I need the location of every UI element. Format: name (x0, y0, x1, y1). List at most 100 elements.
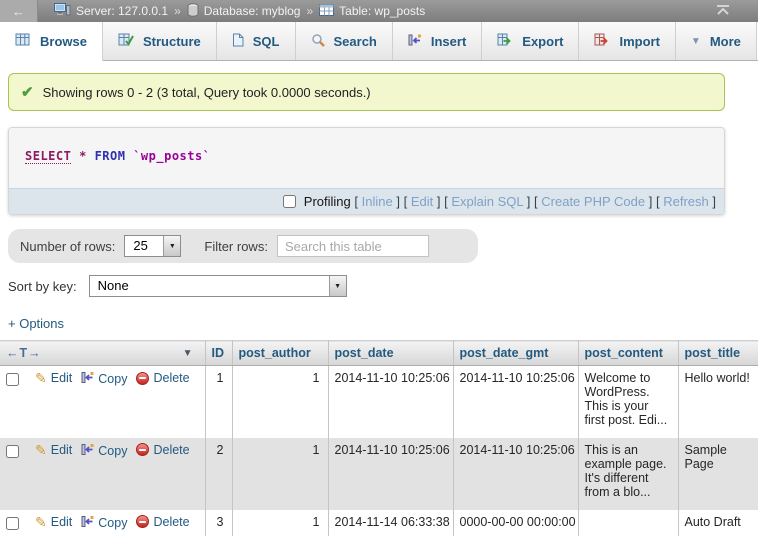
cell-id: 2 (205, 438, 232, 510)
column-header-post-title[interactable]: post_title (678, 341, 758, 366)
bracket: [ (354, 194, 358, 209)
copy-icon (81, 371, 94, 387)
breadcrumb-table[interactable]: Table: wp_posts (319, 4, 425, 19)
column-header-post-content[interactable]: post_content (578, 341, 678, 366)
filter-rows-label: Filter rows: (204, 239, 268, 254)
options-toggle-link[interactable]: + Options (8, 316, 64, 331)
breadcrumb-server[interactable]: Server: 127.0.0.1 (54, 3, 168, 19)
num-rows-select[interactable]: 25 ▼ (124, 235, 181, 257)
sql-keyword-select[interactable]: SELECT (25, 149, 71, 164)
table-row: ✎ Edit Copy Delete 1 1 2014-11-10 10:25:… (0, 366, 758, 438)
table-tab-bar: Browse Structure SQL Search Insert Expor… (0, 22, 758, 61)
profiling-label: Profiling (304, 194, 351, 209)
create-php-code-link[interactable]: Create PHP Code (541, 194, 645, 209)
inline-link[interactable]: Inline (362, 194, 393, 209)
column-header-post-author[interactable]: post_author (232, 341, 328, 366)
copy-label: Copy (98, 444, 127, 458)
copy-icon (81, 443, 94, 459)
cell-post-title: Auto Draft (678, 510, 758, 536)
bracket: ] (396, 194, 400, 209)
cell-post-author: 1 (232, 366, 328, 438)
tab-search[interactable]: Search (296, 22, 393, 60)
chevron-down-icon: ▼ (329, 276, 346, 296)
cell-post-date: 2014-11-10 10:25:06 (328, 366, 453, 438)
export-icon (497, 33, 513, 50)
toggle-column-direction-icon[interactable]: ←T→ (6, 346, 42, 360)
table-header-row: ←T→ ▼ ID post_author post_date post_date… (0, 341, 758, 366)
sql-icon (232, 33, 244, 50)
copy-label: Copy (98, 372, 127, 386)
refresh-link[interactable]: Refresh (663, 194, 709, 209)
tab-structure[interactable]: Structure (103, 22, 217, 60)
column-header-id[interactable]: ID (205, 341, 232, 366)
copy-label: Copy (98, 516, 127, 530)
tab-sql[interactable]: SQL (217, 22, 296, 60)
tab-import[interactable]: Import (579, 22, 675, 60)
cell-post-date: 2014-11-14 06:33:38 (328, 510, 453, 536)
import-icon (594, 33, 610, 50)
delete-icon (136, 372, 149, 385)
cell-id: 1 (205, 366, 232, 438)
row-select-checkbox[interactable] (6, 445, 19, 458)
breadcrumb-table-label: Table: wp_posts (339, 4, 425, 18)
profiling-checkbox[interactable] (283, 195, 296, 208)
tab-insert[interactable]: Insert (393, 22, 482, 60)
copy-row-link[interactable]: Copy (81, 515, 127, 531)
edit-query-link[interactable]: Edit (411, 194, 433, 209)
sql-query-box: SELECT * FROM `wp_posts` Profiling [ Inl… (8, 127, 725, 215)
column-header-actions: ←T→ ▼ (0, 341, 205, 366)
sort-by-key-row: Sort by key: None ▼ (8, 275, 758, 297)
cell-post-content (578, 510, 678, 536)
bracket: ] (527, 194, 531, 209)
tab-label: Import (619, 34, 659, 49)
num-rows-value: 25 (125, 236, 163, 256)
delete-label: Delete (153, 443, 189, 457)
copy-row-link[interactable]: Copy (81, 443, 127, 459)
cell-id: 3 (205, 510, 232, 536)
table-row: ✎ Edit Copy Delete 2 1 2014-11-10 10:25:… (0, 438, 758, 510)
breadcrumb-separator: » (174, 4, 181, 18)
query-options-bar: Profiling [ Inline ] [ Edit ] [ Explain … (9, 188, 724, 214)
structure-icon (118, 33, 134, 50)
tab-browse[interactable]: Browse (0, 22, 103, 61)
row-select-checkbox[interactable] (6, 373, 19, 386)
explain-sql-link[interactable]: Explain SQL (451, 194, 523, 209)
breadcrumb: Server: 127.0.0.1 » Database: myblog » T… (54, 3, 714, 20)
row-select-checkbox[interactable] (6, 517, 19, 530)
column-header-post-date[interactable]: post_date (328, 341, 453, 366)
collapse-panel-button[interactable] (714, 4, 732, 19)
back-button[interactable]: ← (0, 0, 38, 22)
column-header-post-date-gmt[interactable]: post_date_gmt (453, 341, 578, 366)
sort-by-key-label: Sort by key: (8, 279, 77, 294)
tab-more[interactable]: ▼ More (676, 22, 757, 60)
cell-post-date-gmt: 0000-00-00 00:00:00 (453, 510, 578, 536)
bracket: [ (404, 194, 408, 209)
edit-row-link[interactable]: ✎ Edit (35, 443, 72, 457)
cell-post-date-gmt: 2014-11-10 10:25:06 (453, 366, 578, 438)
success-check-icon: ✔ (21, 83, 34, 101)
edit-row-link[interactable]: ✎ Edit (35, 371, 72, 385)
tab-label: Search (334, 34, 377, 49)
delete-row-link[interactable]: Delete (136, 371, 189, 385)
bracket: [ (444, 194, 448, 209)
sql-star: * (79, 149, 87, 163)
cell-post-title: Hello world! (678, 366, 758, 438)
tab-label: Browse (40, 34, 87, 49)
breadcrumb-bar: ← Server: 127.0.0.1 » Database: myblog »… (0, 0, 758, 22)
edit-row-link[interactable]: ✎ Edit (35, 515, 72, 529)
filter-rows-input[interactable] (277, 235, 429, 257)
row-actions-cell: ✎ Edit Copy Delete (0, 366, 205, 438)
sort-by-key-value: None (90, 276, 329, 296)
delete-row-link[interactable]: Delete (136, 443, 189, 457)
pencil-icon: ✎ (35, 516, 47, 528)
results-table: ←T→ ▼ ID post_author post_date post_date… (0, 340, 758, 536)
delete-row-link[interactable]: Delete (136, 515, 189, 529)
breadcrumb-database-label: Database: myblog (204, 4, 301, 18)
tab-export[interactable]: Export (482, 22, 579, 60)
cell-post-content: Welcome to WordPress. This is your first… (578, 366, 678, 438)
sort-by-key-select[interactable]: None ▼ (89, 275, 347, 297)
collapse-icon (714, 4, 732, 19)
copy-row-link[interactable]: Copy (81, 371, 127, 387)
breadcrumb-database[interactable]: Database: myblog (187, 3, 301, 20)
chevron-down-icon[interactable]: ▼ (183, 348, 199, 359)
